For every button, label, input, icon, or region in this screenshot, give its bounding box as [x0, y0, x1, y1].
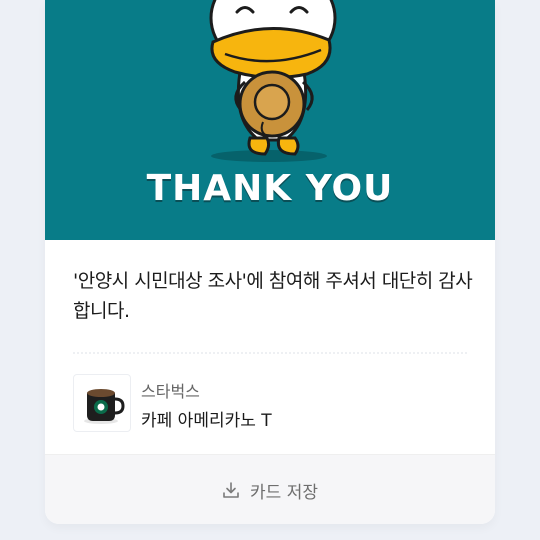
thank-you-headline: THANK YOU: [146, 168, 394, 209]
starbucks-mug-icon: [73, 374, 131, 432]
dotted-divider: [73, 352, 467, 354]
gift-card: THANK YOU '안양시 시민대상 조사'에 참여해 주셔서 대단히 감사합…: [45, 0, 495, 524]
save-card-button[interactable]: 카드 저장: [45, 454, 495, 524]
product-brand: 스타벅스: [141, 382, 200, 401]
download-icon: [223, 482, 239, 498]
product-name: 카페 아메리카노 T: [141, 411, 272, 431]
save-card-label: 카드 저장: [250, 482, 318, 503]
gift-product: 스타벅스 카페 아메리카노 T: [73, 374, 473, 432]
thank-you-banner: THANK YOU: [45, 0, 495, 240]
thank-you-message: '안양시 시민대상 조사'에 참여해 주셔서 대단히 감사합니다.: [73, 270, 473, 322]
